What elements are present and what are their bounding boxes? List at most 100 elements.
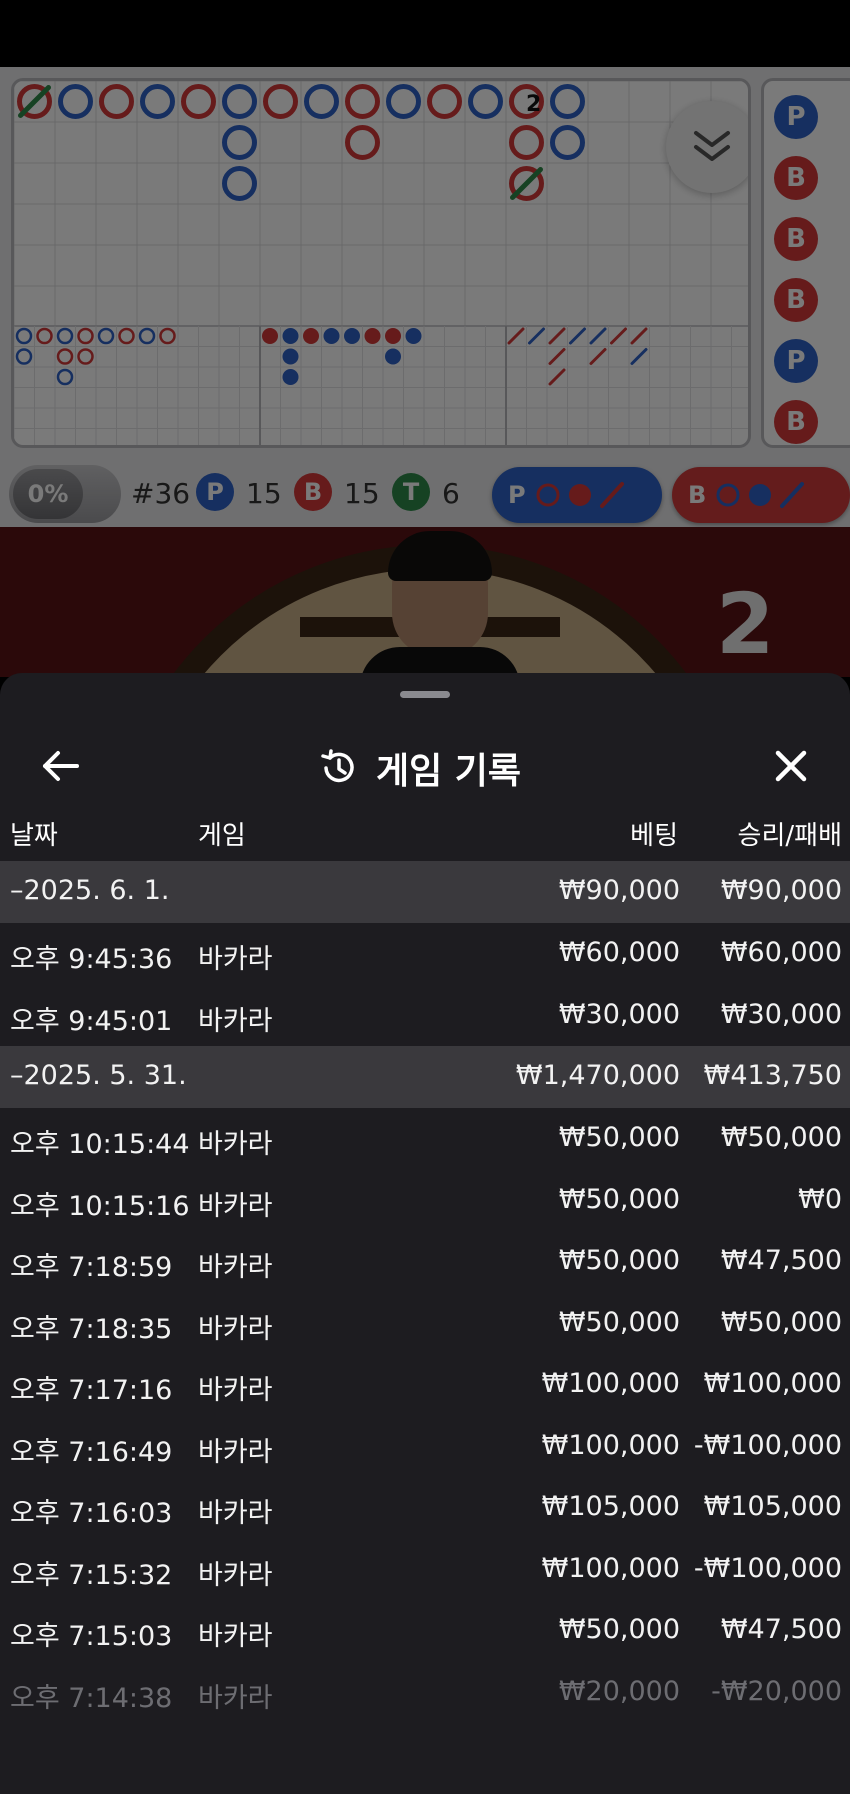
column-headers: 날짜 게임 베팅 승리/패배	[0, 801, 850, 861]
row-date: 오후 7:15:03	[10, 1621, 173, 1652]
bead-road-item: B	[774, 156, 818, 200]
column-bet: 베팅	[630, 821, 678, 851]
history-row[interactable]: 오후 9:45:36 바카라 ₩60,000 ₩60,000	[0, 923, 850, 985]
predict-marks-icon	[536, 482, 624, 508]
row-result: ₩105,000	[703, 1491, 842, 1522]
row-bet: ₩30,000	[558, 998, 680, 1030]
row-date: 오후 7:17:16	[10, 1375, 173, 1406]
history-row[interactable]: 오후 7:17:16 바카라 ₩100,000 ₩100,000	[0, 1354, 850, 1416]
banker-chip-icon: B	[294, 473, 332, 511]
stats-bar: 0% #36 P 15 B 15 T 6 P B	[0, 455, 850, 527]
history-row[interactable]: 오후 7:15:03 바카라 ₩50,000 ₩47,500	[0, 1600, 850, 1662]
row-date: 오후 7:18:59	[10, 1252, 173, 1283]
date-group-row[interactable]: –2025. 6. 1. ₩90,000 ₩90,000	[0, 861, 850, 923]
row-date: 오후 7:16:03	[10, 1498, 173, 1529]
history-row[interactable]: 오후 7:16:49 바카라 ₩100,000 -₩100,000	[0, 1416, 850, 1478]
history-row[interactable]: 오후 9:45:01 바카라 ₩30,000 ₩30,000	[0, 985, 850, 1047]
arrow-left-icon	[43, 751, 79, 781]
back-button[interactable]	[38, 743, 84, 789]
row-result: ₩60,000	[720, 937, 842, 968]
bead-road-item: P	[774, 95, 818, 139]
history-row[interactable]: 오후 7:18:35 바카라 ₩50,000 ₩50,000	[0, 1293, 850, 1355]
row-result: -₩100,000	[693, 1429, 842, 1461]
row-bet: ₩60,000	[558, 937, 680, 968]
bead-road-item: B	[774, 217, 818, 261]
tie-count: 6	[442, 477, 460, 510]
row-date: 오후 9:45:01	[10, 1005, 173, 1037]
row-bet: ₩1,470,000	[515, 1060, 680, 1091]
row-bet: ₩100,000	[541, 1368, 680, 1399]
row-bet: ₩100,000	[541, 1429, 680, 1461]
percent-toggle[interactable]: 0%	[9, 465, 121, 523]
row-game: 바카라	[198, 1005, 273, 1037]
big-road-mark	[222, 166, 257, 201]
row-date: 오후 7:14:38	[10, 1682, 173, 1714]
big-road-mark	[550, 125, 585, 160]
big-road-mark	[222, 125, 257, 160]
row-result: ₩0	[798, 1183, 842, 1215]
row-game: 바카라	[198, 1559, 273, 1591]
percent-label: 0%	[13, 469, 83, 519]
history-row[interactable]: 오후 10:15:44 바카라 ₩50,000 ₩50,000	[0, 1108, 850, 1170]
history-row[interactable]: 오후 7:14:38 바카라 ₩20,000 -₩20,000	[0, 1662, 850, 1724]
game-history-panel: 게임 기록 날짜 게임 베팅 승리/패배 –2025. 6. 1. ₩90,000…	[0, 673, 850, 1794]
row-bet: ₩90,000	[558, 875, 680, 906]
dealer-hair	[388, 531, 492, 581]
row-bet: ₩20,000	[558, 1675, 680, 1707]
status-bar	[0, 0, 850, 67]
collapse-roadmap-button[interactable]	[666, 101, 748, 193]
bead-road-item: B	[774, 400, 818, 444]
banker-predict-button[interactable]: B	[672, 467, 850, 523]
row-game: 바카라	[198, 1375, 273, 1406]
close-icon	[775, 750, 807, 782]
row-result: ₩30,000	[720, 998, 842, 1030]
row-result: -₩100,000	[693, 1552, 842, 1584]
big-road-mark	[304, 84, 339, 119]
drag-handle[interactable]	[400, 691, 450, 698]
close-button[interactable]	[768, 743, 814, 789]
dealer-video: 2	[0, 527, 850, 677]
big-road-mark	[263, 84, 298, 119]
row-bet: ₩50,000	[558, 1245, 680, 1276]
history-row[interactable]: 오후 7:15:32 바카라 ₩100,000 -₩100,000	[0, 1539, 850, 1601]
big-road-mark	[427, 84, 462, 119]
row-date: 오후 7:15:32	[10, 1559, 173, 1591]
history-row[interactable]: 오후 7:16:03 바카라 ₩105,000 ₩105,000	[0, 1477, 850, 1539]
history-rows: –2025. 6. 1. ₩90,000 ₩90,000 오후 9:45:36 바카라 ₩…	[0, 861, 850, 1723]
predict-marks-icon	[716, 482, 805, 508]
big-road-mark	[509, 125, 544, 160]
row-result: -₩20,000	[711, 1675, 842, 1707]
row-result: ₩47,500	[720, 1245, 842, 1276]
roadmap-area: 2 PBBBPB 0% #36 P 15 B 15 T 6 P B	[0, 67, 850, 527]
banker-predict-label: B	[688, 481, 707, 509]
road-grid: 2	[14, 81, 748, 445]
round-number: #36	[131, 477, 191, 510]
row-result: ₩50,000	[720, 1122, 842, 1153]
row-game: 바카라	[198, 1190, 273, 1222]
date-group-row[interactable]: –2025. 5. 31. ₩1,470,000 ₩413,750	[0, 1046, 850, 1108]
row-date: 오후 10:15:44	[10, 1129, 190, 1160]
row-game: 바카라	[198, 1682, 273, 1714]
history-row[interactable]: 오후 7:18:59 바카라 ₩50,000 ₩47,500	[0, 1231, 850, 1293]
row-bet: ₩50,000	[558, 1614, 680, 1645]
panel-title-wrap: 게임 기록	[318, 743, 521, 793]
row-game: 바카라	[198, 1621, 273, 1652]
row-date: 오후 10:15:16	[10, 1190, 190, 1222]
player-predict-button[interactable]: P	[492, 467, 662, 523]
row-bet: ₩100,000	[541, 1552, 680, 1584]
big-road-mark	[468, 84, 503, 119]
row-bet: ₩105,000	[541, 1491, 680, 1522]
player-predict-label: P	[508, 481, 526, 509]
banker-count: 15	[344, 477, 380, 510]
big-road-mark	[140, 84, 175, 119]
row-bet: ₩50,000	[558, 1183, 680, 1215]
chevron-double-down-icon	[694, 131, 730, 161]
row-result: ₩413,750	[703, 1060, 842, 1091]
row-game: 바카라	[198, 1313, 273, 1345]
column-result: 승리/패배	[737, 821, 842, 851]
column-date: 날짜	[10, 821, 58, 851]
big-road-mark	[386, 84, 421, 119]
row-bet: ₩50,000	[558, 1306, 680, 1338]
row-date: –2025. 6. 1.	[10, 875, 170, 906]
history-row[interactable]: 오후 10:15:16 바카라 ₩50,000 ₩0	[0, 1170, 850, 1232]
